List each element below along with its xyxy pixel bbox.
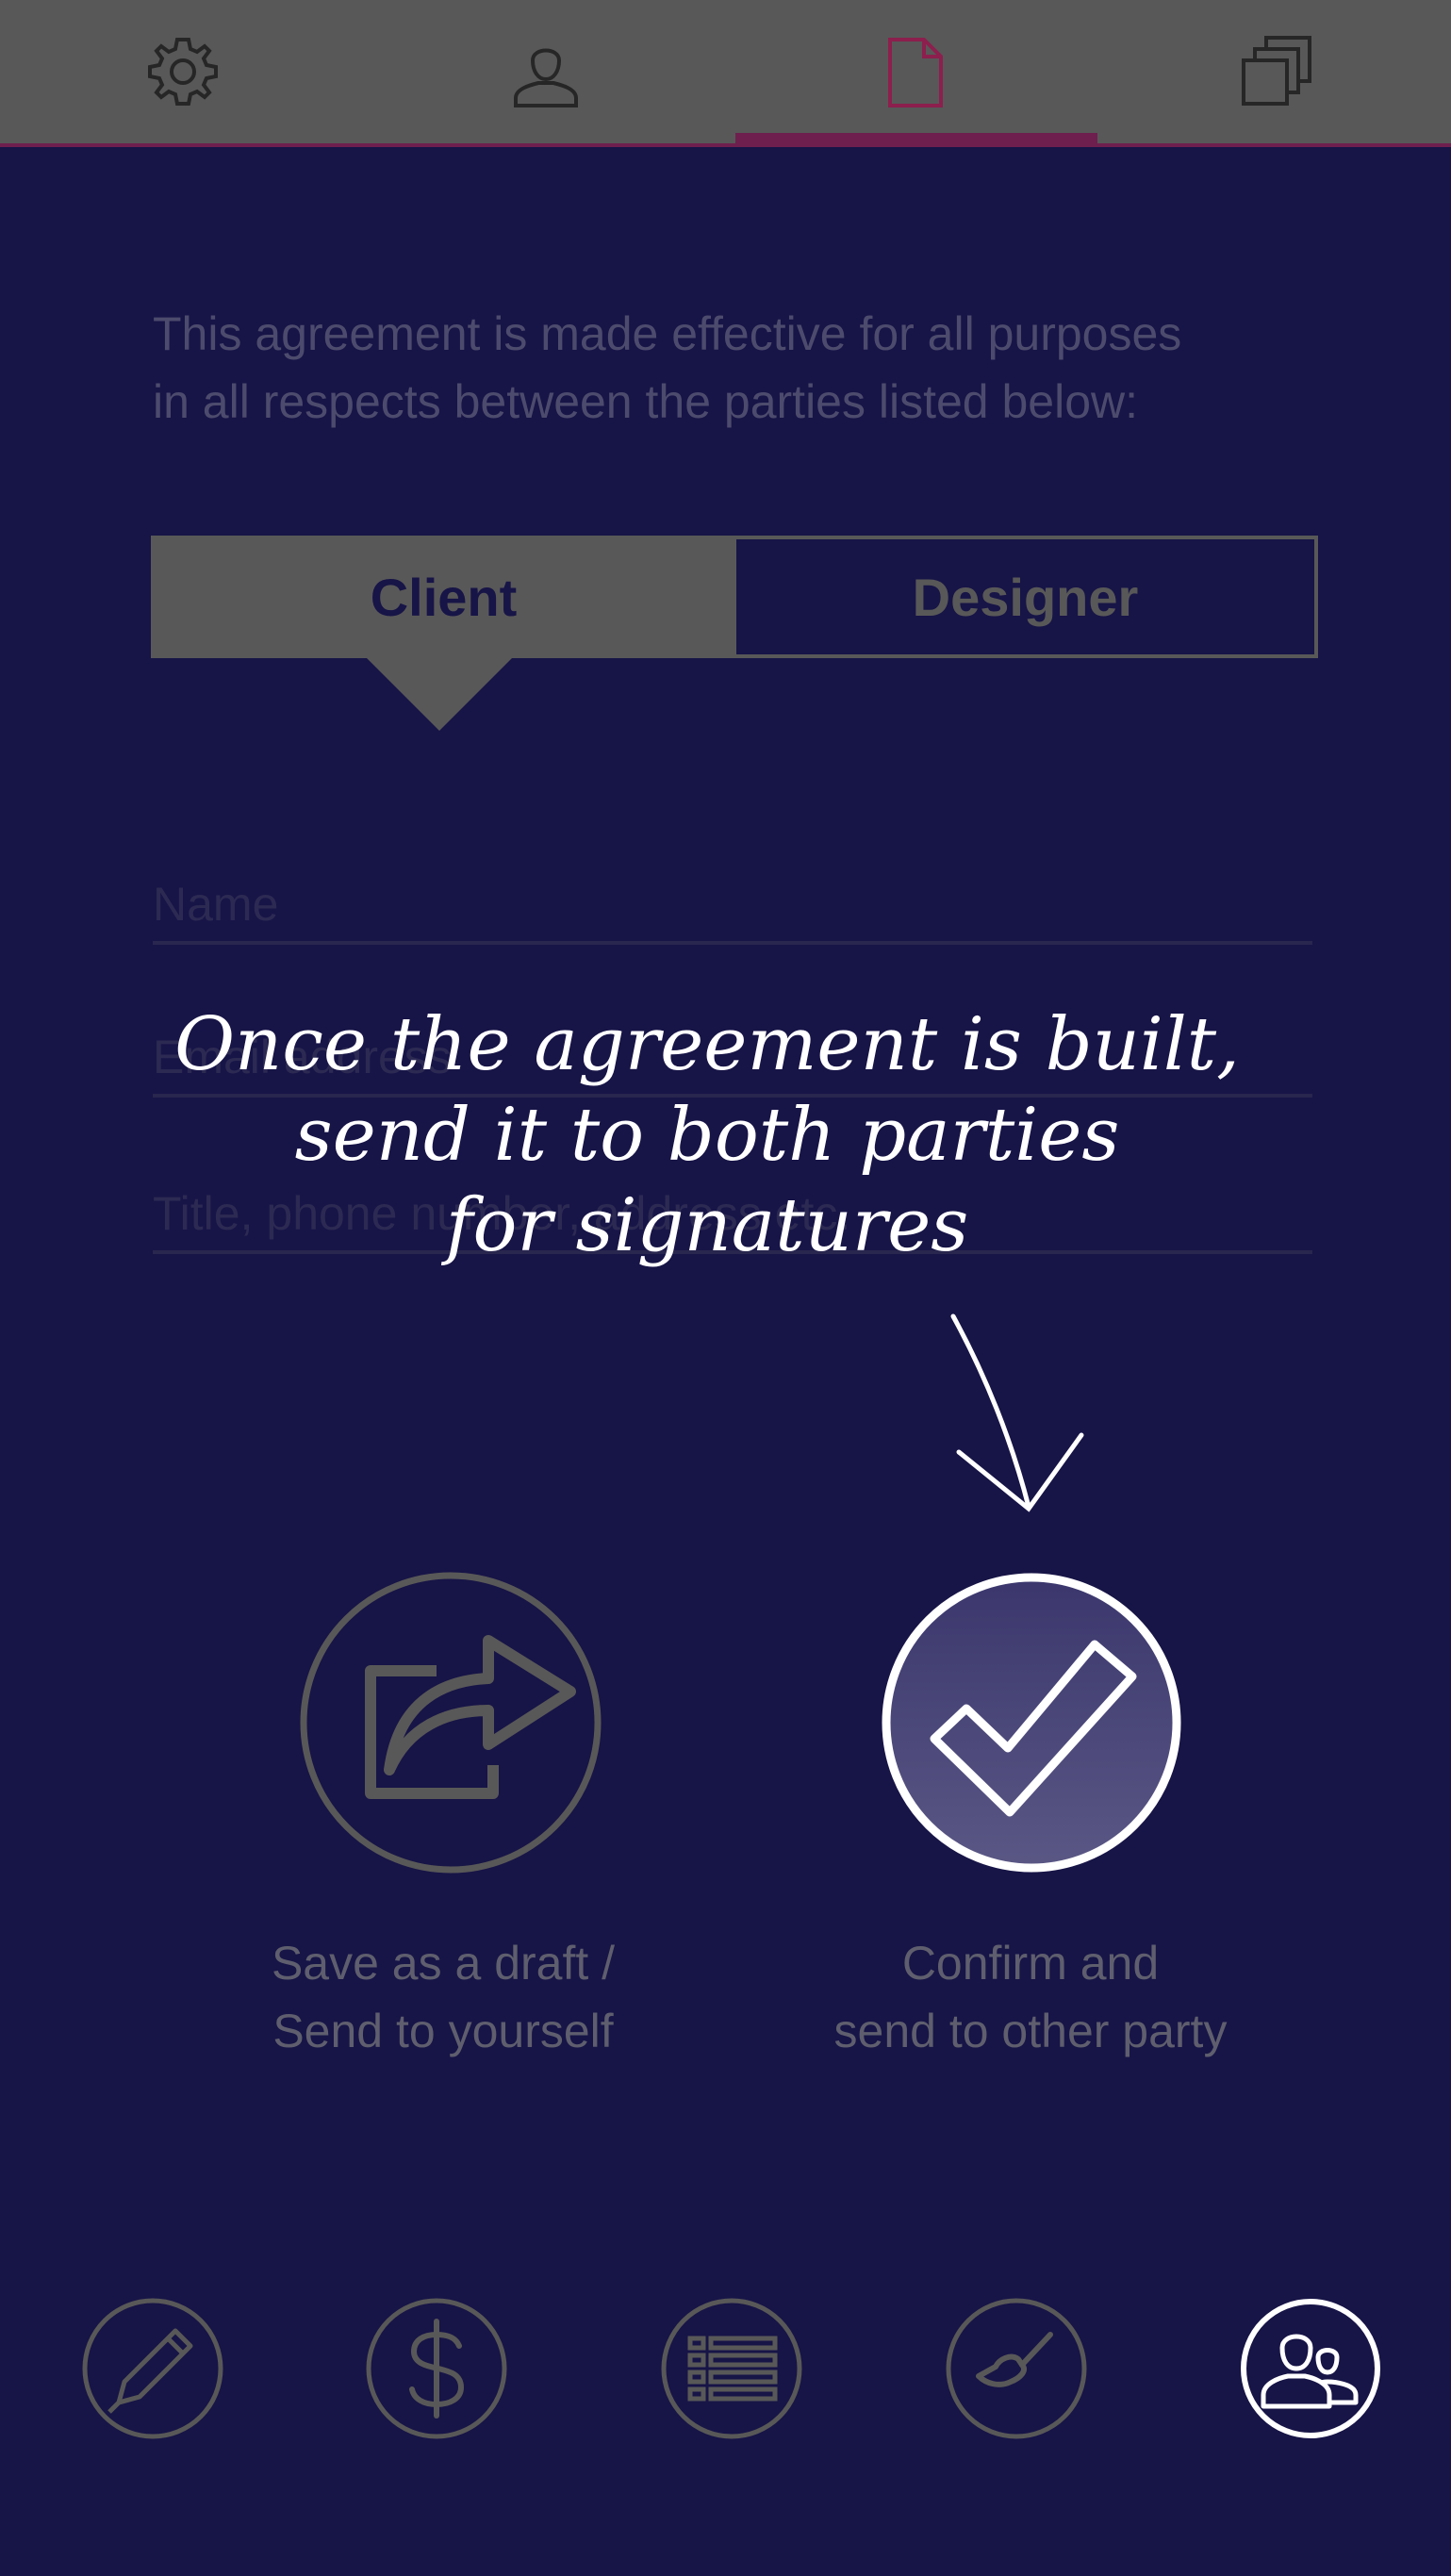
confirm-send-button[interactable]	[876, 1567, 1187, 1878]
paintbrush-icon	[946, 2298, 1087, 2439]
user-icon	[514, 48, 578, 107]
tab-documents[interactable]	[1095, 0, 1451, 143]
tab-settings[interactable]	[0, 0, 366, 143]
bottom-nav-design[interactable]	[945, 2297, 1088, 2440]
confirm-send-label: Confirm and send to other party	[748, 1929, 1313, 2065]
top-nav-bar	[0, 0, 1451, 147]
intro-line-2: in all respects between the parties list…	[153, 375, 1139, 428]
intro-line-1: This agreement is made effective for all…	[153, 307, 1182, 360]
bottom-nav-edit[interactable]	[81, 2297, 224, 2440]
save-label-line-2: Send to yourself	[272, 2005, 614, 2057]
save-draft-button[interactable]	[295, 1567, 606, 1878]
callout-line-2: send it to both parties	[294, 1093, 1120, 1178]
callout-arrow-icon	[950, 1313, 1084, 1512]
copies-icon	[1242, 36, 1311, 106]
party-switch: Client Designer	[151, 536, 1318, 658]
confirm-label-line-1: Confirm and	[901, 1937, 1160, 1990]
agreement-intro: This agreement is made effective for all…	[153, 300, 1322, 436]
callout-line-3: for signatures	[445, 1183, 969, 1268]
client-tab[interactable]: Client	[155, 539, 733, 654]
checkmark-icon	[882, 1573, 1181, 1873]
party-pointer	[362, 653, 517, 731]
bottom-nav-terms[interactable]	[660, 2297, 803, 2440]
bottom-nav-payment[interactable]	[365, 2297, 508, 2440]
share-icon	[300, 1572, 602, 1874]
active-tab-indicator	[735, 133, 1097, 143]
people-icon	[1241, 2299, 1380, 2438]
document-icon	[888, 38, 943, 107]
confirm-label-line-2: send to other party	[833, 2005, 1228, 2057]
list-icon	[661, 2298, 802, 2439]
name-placeholder: Name	[153, 878, 279, 931]
gear-icon	[148, 38, 218, 106]
save-draft-label: Save as a draft / Send to yourself	[160, 1929, 726, 2065]
save-label-line-1: Save as a draft /	[271, 1937, 616, 1990]
pencil-icon	[82, 2298, 223, 2439]
designer-tab[interactable]: Designer	[733, 539, 1314, 654]
callout-line-1: Once the agreement is built,	[174, 1002, 1240, 1087]
tab-profile[interactable]	[363, 0, 729, 143]
tutorial-callout: Once the agreement is built, send it to …	[113, 999, 1301, 1271]
name-field[interactable]: Name	[153, 875, 1312, 945]
bottom-nav-parties[interactable]	[1239, 2297, 1382, 2440]
tab-agreement[interactable]	[732, 0, 1097, 143]
dollar-icon	[366, 2298, 507, 2439]
